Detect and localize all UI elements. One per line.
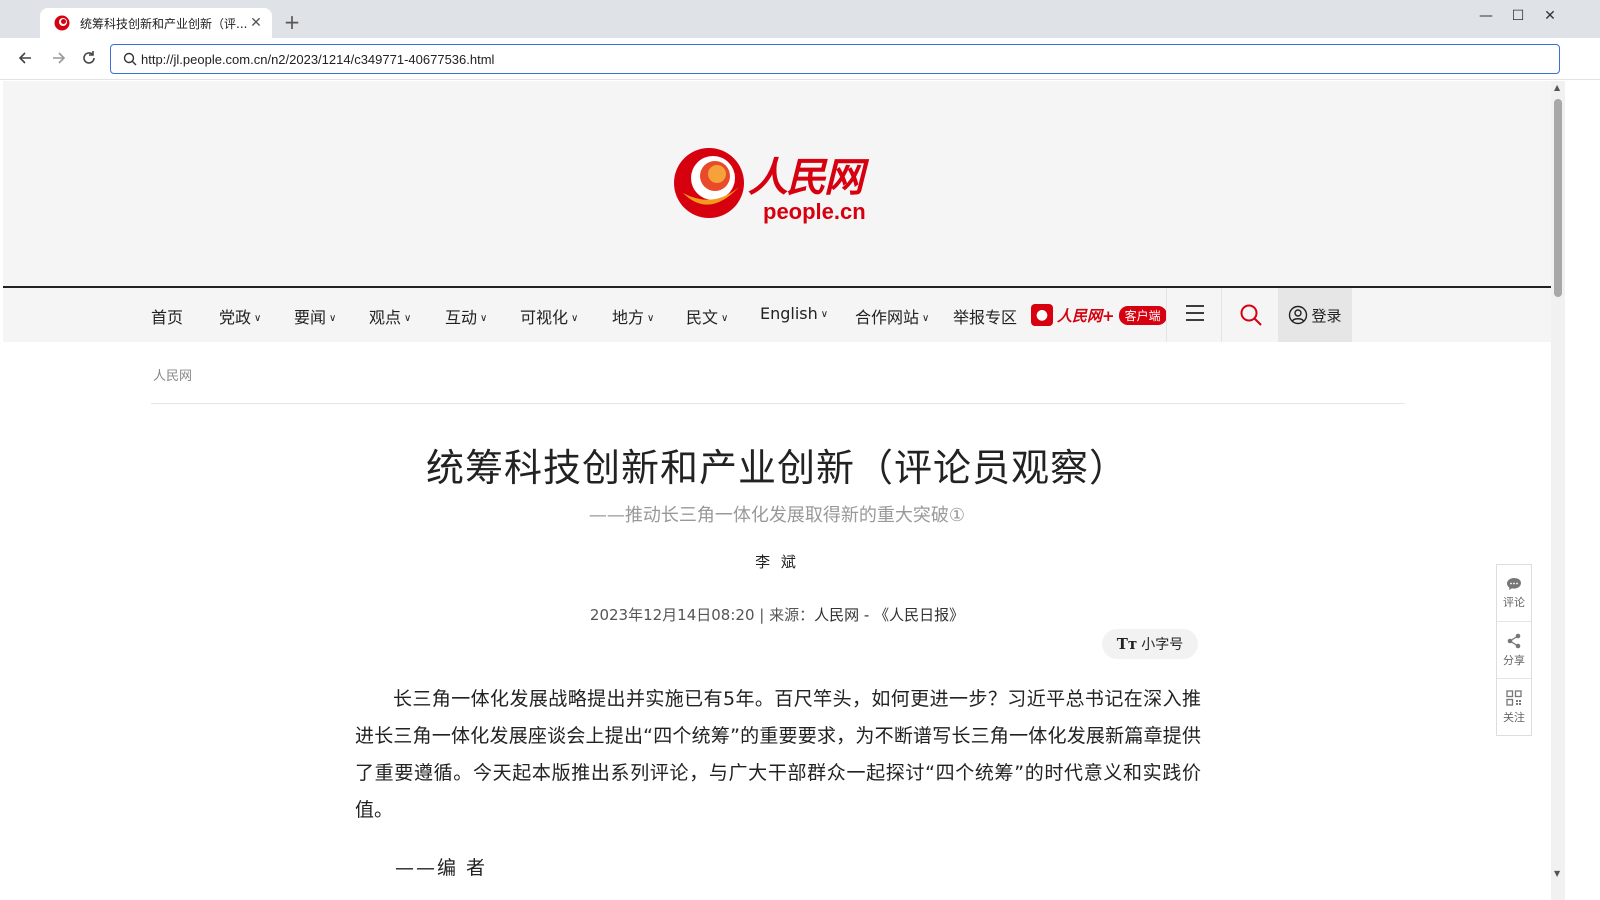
nav-label: 可视化 xyxy=(520,308,569,327)
user-icon xyxy=(1289,305,1308,325)
nav-label: 互动 xyxy=(445,308,478,327)
comment-icon xyxy=(1507,577,1521,590)
browser-tabbar: 统筹科技创新和产业创新（评... ✕ + — ☐ ✕ xyxy=(0,0,1600,38)
nav-label: 要闻 xyxy=(294,308,327,327)
side-label: 关注 xyxy=(1503,711,1525,724)
editor-note: ——编 者 xyxy=(395,857,488,879)
side-comment-button[interactable]: 评论 xyxy=(1497,565,1531,622)
maximize-icon[interactable]: ☐ xyxy=(1510,8,1526,24)
qrcode-icon xyxy=(1506,690,1522,706)
share-icon xyxy=(1507,633,1521,648)
browser-tab[interactable]: 统筹科技创新和产业创新（评... ✕ xyxy=(40,8,272,38)
nav-item-party[interactable]: 党政 ∨ xyxy=(219,304,261,328)
scroll-down-icon[interactable]: ▼ xyxy=(1554,869,1560,878)
breadcrumb[interactable]: 人民网 xyxy=(153,365,192,384)
nav-label: 观点 xyxy=(369,308,402,327)
window-edge xyxy=(1565,81,1600,900)
app-name: 人民网+ xyxy=(1057,306,1115,325)
meta-separator: | xyxy=(759,606,765,624)
font-size-toggle[interactable]: Tт 小字号 xyxy=(1102,629,1198,659)
address-bar[interactable]: http://jl.people.com.cn/n2/2023/1214/c34… xyxy=(110,44,1560,74)
logo-emblem-icon xyxy=(674,148,744,218)
nav-label: 地方 xyxy=(612,308,645,327)
login-label: 登录 xyxy=(1311,306,1342,325)
nav-label: 党政 xyxy=(219,308,252,327)
page-viewport: 人民网 people.cn 首页 党政 ∨ 要闻 ∨ 观点 ∨ 互动 ∨ 可视化 ∨ 地方… xyxy=(3,81,1551,900)
nav-item-partners[interactable]: 合作网站 ∨ xyxy=(855,304,929,328)
chevron-down-icon: ∨ xyxy=(404,313,412,324)
side-toolbar: 评论 分享 关注 xyxy=(1496,564,1532,736)
chevron-down-icon: ∨ xyxy=(254,313,262,324)
side-label: 评论 xyxy=(1503,595,1525,609)
nav-divider xyxy=(1166,288,1167,342)
nav-item-report[interactable]: 举报专区 xyxy=(953,304,1017,328)
side-label: 分享 xyxy=(1503,653,1525,667)
nav-item-news[interactable]: 要闻 ∨ xyxy=(294,304,336,328)
browser-toolbar: http://jl.people.com.cn/n2/2023/1214/c34… xyxy=(0,38,1600,80)
nav-item-opinion[interactable]: 观点 ∨ xyxy=(369,304,411,328)
side-share-button[interactable]: 分享 xyxy=(1497,622,1531,679)
article-paragraph: 长三角一体化发展战略提出并实施已有5年。百尺竿头，如何更进一步？习近平总书记在深… xyxy=(355,688,1201,821)
tab-title: 统筹科技创新和产业创新（评... xyxy=(80,16,248,31)
scroll-up-icon[interactable]: ▲ xyxy=(1554,83,1560,92)
nav-item-interact[interactable]: 互动 ∨ xyxy=(445,304,487,328)
nav-label: 民文 xyxy=(686,308,719,327)
font-size-icon: Tт xyxy=(1116,635,1138,653)
site-logo[interactable]: 人民网 people.cn xyxy=(673,143,893,233)
page-scrollbar[interactable]: ▲ ▼ xyxy=(1551,81,1565,900)
publish-date: 2023年12月14日08:20 xyxy=(589,606,755,624)
window-close-icon[interactable]: ✕ xyxy=(1542,8,1558,24)
nav-item-home[interactable]: 首页 xyxy=(151,304,183,328)
login-button[interactable]: 登录 xyxy=(1278,288,1352,342)
back-icon[interactable] xyxy=(16,48,36,68)
nav-item-english[interactable]: English ∨ xyxy=(760,304,828,323)
nav-item-local[interactable]: 地方 ∨ xyxy=(612,304,654,328)
main-nav: 首页 党政 ∨ 要闻 ∨ 观点 ∨ 互动 ∨ 可视化 ∨ 地方 ∨ 民文 ∨ English ∨… xyxy=(3,286,1551,342)
close-icon[interactable]: ✕ xyxy=(248,15,264,31)
nav-item-visual[interactable]: 可视化 ∨ xyxy=(520,304,578,328)
nav-label: 首页 xyxy=(151,308,184,327)
scroll-thumb[interactable] xyxy=(1554,99,1562,297)
nav-divider xyxy=(1221,288,1222,342)
app-tag: 客户端 xyxy=(1118,305,1167,325)
search-icon xyxy=(123,52,137,66)
reload-icon[interactable] xyxy=(79,48,99,68)
side-follow-button[interactable]: 关注 xyxy=(1497,679,1531,736)
logo-text-en: people.cn xyxy=(763,199,866,224)
app-download-link[interactable]: ● 人民网+ 客户端 xyxy=(1031,302,1167,328)
chevron-down-icon: ∨ xyxy=(647,313,655,324)
url-text: http://jl.people.com.cn/n2/2023/1214/c34… xyxy=(141,51,495,67)
menu-icon[interactable] xyxy=(1185,304,1205,322)
nav-item-minority[interactable]: 民文 ∨ xyxy=(686,304,728,328)
nav-label: 举报专区 xyxy=(953,308,1018,327)
chevron-down-icon: ∨ xyxy=(922,313,930,324)
article-author: 李 斌 xyxy=(755,553,799,571)
chevron-down-icon: ∨ xyxy=(480,313,488,324)
source-link[interactable]: 人民网 - 《人民日报》 xyxy=(814,606,964,624)
divider xyxy=(151,403,1405,404)
plus-icon[interactable]: + xyxy=(283,10,301,34)
nav-label: 合作网站 xyxy=(855,308,920,327)
font-size-label: 小字号 xyxy=(1141,637,1184,653)
favicon-icon xyxy=(54,15,70,31)
nav-label: English xyxy=(760,304,818,323)
chevron-down-icon: ∨ xyxy=(721,313,729,324)
search-icon[interactable] xyxy=(1239,303,1263,327)
article-meta: 2023年12月14日08:20 | 来源：人民网 - 《人民日报》 xyxy=(3,604,1551,625)
chevron-down-icon: ∨ xyxy=(329,313,337,324)
minimize-icon[interactable]: — xyxy=(1478,8,1494,24)
chevron-down-icon: ∨ xyxy=(820,309,829,320)
site-header: 人民网 people.cn xyxy=(3,81,1551,286)
app-logo-icon: ● xyxy=(1031,304,1053,326)
forward-icon[interactable] xyxy=(48,48,68,68)
article-title: 统筹科技创新和产业创新（评论员观察） xyxy=(425,446,1128,490)
source-label: 来源： xyxy=(769,606,815,624)
logo-text-cn: 人民网 xyxy=(748,154,864,201)
chevron-down-icon: ∨ xyxy=(571,313,579,324)
article-subtitle: ——推动长三角一体化发展取得新的重大突破① xyxy=(588,505,966,526)
